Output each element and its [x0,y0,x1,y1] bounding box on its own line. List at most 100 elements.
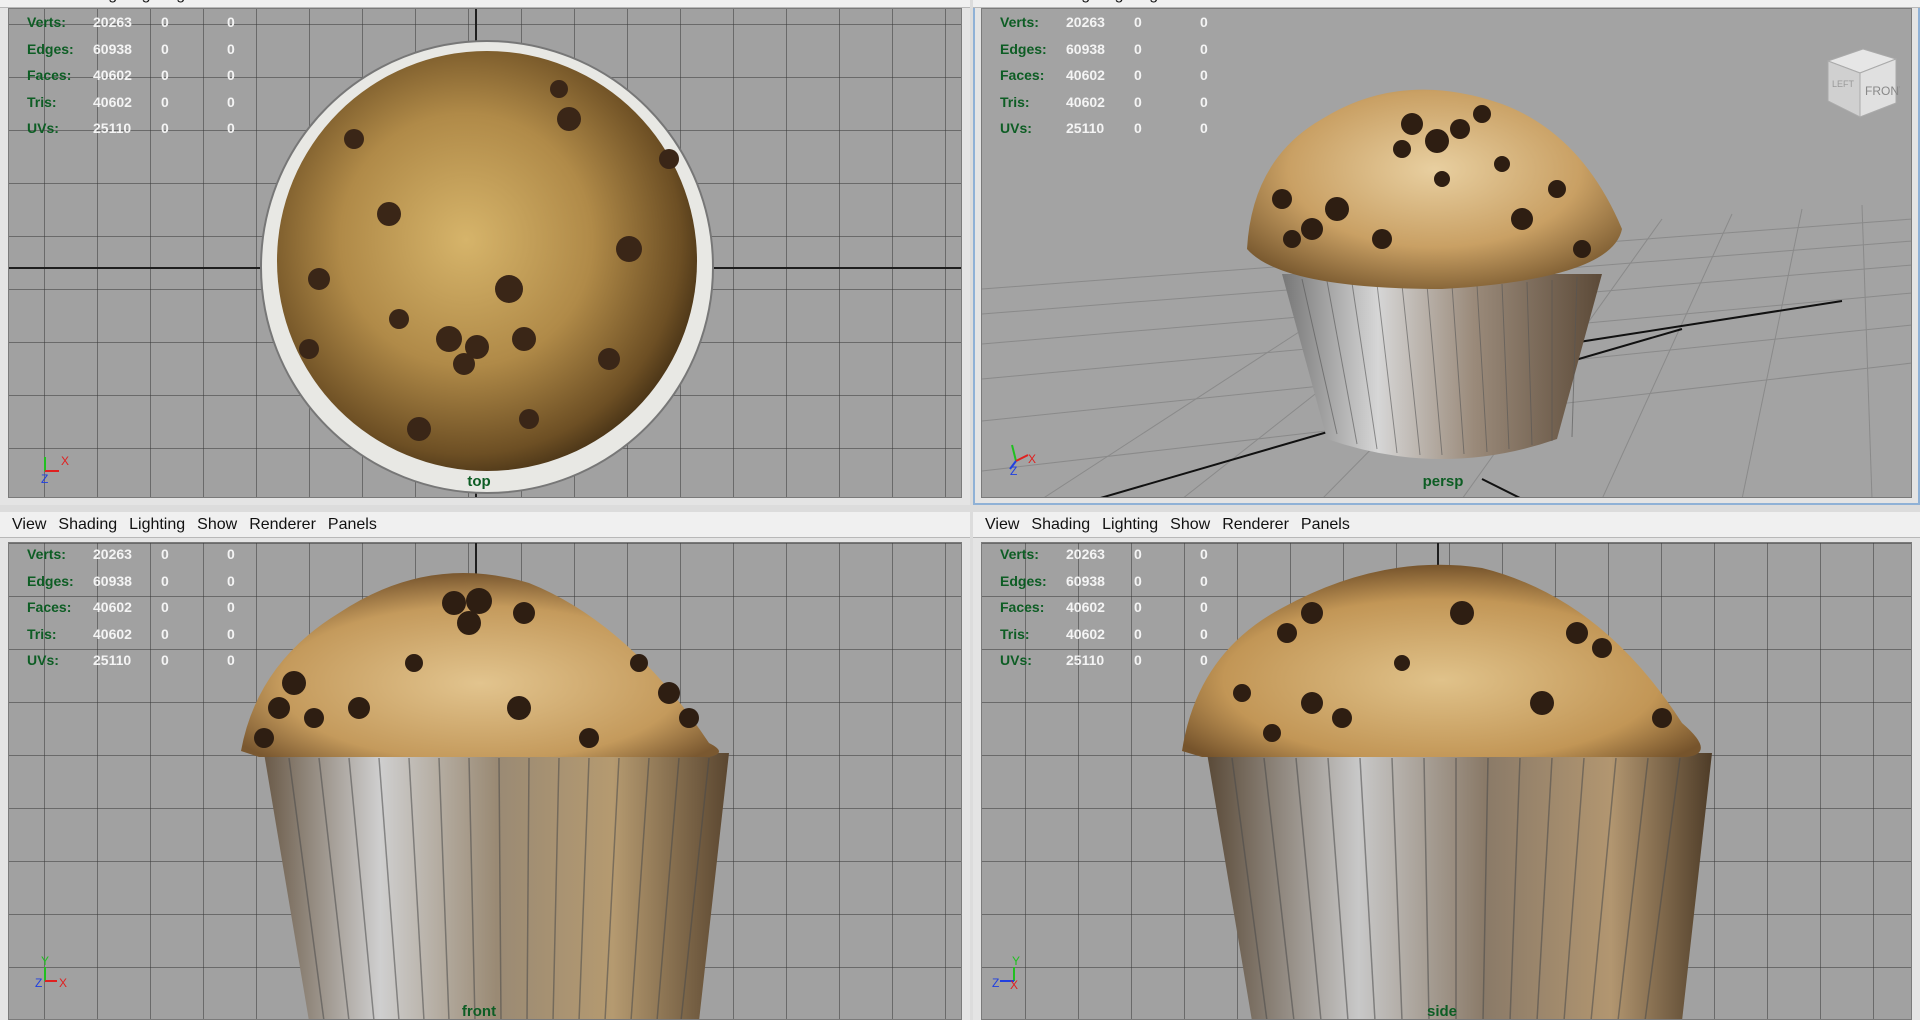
svg-text:FRONT: FRONT [1865,84,1900,98]
svg-text:X: X [1010,978,1018,992]
svg-text:Z: Z [992,976,999,990]
menu-shading[interactable]: Shading [1031,516,1090,534]
menu-renderer[interactable]: Renderer [249,516,316,534]
hud-stat-selected: 0 [161,546,169,562]
muffin-top-model [260,40,714,494]
hud-stat-label: UVs: [1000,652,1032,668]
hud-row: UVs: 25110 0 0 [1000,647,1266,674]
poly-count-hud: Verts: 20263 0 0 Edges: 60938 0 0 Faces: 40602 0 0 T… [27,543,293,674]
hud-stat-label: UVs: [1000,120,1032,136]
viewport-top[interactable]: Verts: 20263 0 0 Edges: 60938 0 0 Faces: 40602 0 0 T… [8,8,962,498]
panel-menubar: View Shading Lighting Show Renderer Pane… [0,0,970,8]
menu-lighting[interactable]: Lighting [129,516,185,534]
hud-stat-selected: 0 [161,572,169,589]
svg-text:X: X [1028,452,1036,466]
hud-stat-selected-components: 0 [1200,652,1208,668]
hud-stat-selected-components: 0 [227,546,235,562]
hud-stat-selected: 0 [1134,40,1142,57]
menu-show[interactable]: Show [1170,0,1210,4]
hud-stat-selected-components: 0 [227,599,235,615]
hud-stat-label: Tris: [27,625,57,642]
menu-view[interactable]: View [12,0,46,4]
hud-stat-value: 40602 [1066,93,1105,110]
hud-stat-value: 40602 [93,625,132,642]
hud-stat-selected: 0 [1134,93,1142,110]
viewport-front[interactable]: Verts: 20263 0 0 Edges: 60938 0 0 Faces: 40602 0 0 T… [8,542,962,1020]
hud-stat-label: Tris: [1000,625,1030,642]
hud-stat-selected-components: 0 [1200,599,1208,615]
hud-row: Edges: 60938 0 0 [1000,36,1266,63]
menu-shading[interactable]: Shading [58,516,117,534]
hud-stat-value: 20263 [93,546,132,562]
menu-panels[interactable]: Panels [1301,516,1350,534]
viewport-side[interactable]: Verts: 20263 0 0 Edges: 60938 0 0 Faces: 40602 0 0 T… [981,542,1912,1020]
hud-stat-selected-components: 0 [1200,625,1208,642]
svg-text:X: X [59,976,67,990]
camera-label: front [461,1003,497,1020]
panel-top-view[interactable]: View Shading Lighting Show Renderer Pane… [0,0,970,505]
svg-text:Y: Y [41,954,49,968]
hud-stat-value: 40602 [1066,599,1105,615]
hud-stat-selected: 0 [161,625,169,642]
hud-stat-selected-components: 0 [1200,120,1208,136]
hud-stat-value: 60938 [93,572,132,589]
hud-row: Faces: 40602 0 0 [27,594,293,621]
menu-show[interactable]: Show [197,516,237,534]
menu-shading[interactable]: Shading [1031,0,1090,4]
hud-stat-value: 60938 [1066,572,1105,589]
panel-menubar: View Shading Lighting Show Renderer Pane… [0,512,970,538]
panel-front-view[interactable]: View Shading Lighting Show Renderer Pane… [0,512,970,1020]
menu-lighting[interactable]: Lighting [1102,516,1158,534]
panel-side-view[interactable]: View Shading Lighting Show Renderer Pane… [973,512,1920,1020]
menu-shading[interactable]: Shading [58,0,117,4]
hud-stat-value: 25110 [1066,120,1105,136]
hud-stat-selected-components: 0 [1200,546,1208,562]
svg-text:Z: Z [41,472,48,486]
camera-label: top [467,473,491,490]
hud-stat-value: 20263 [1066,14,1105,30]
hud-stat-selected-components: 0 [1200,67,1208,83]
hud-row: Faces: 40602 0 0 [1000,62,1266,89]
menu-view[interactable]: View [985,0,1019,4]
panel-persp-view[interactable]: View Shading Lighting Show Renderer Pane… [973,0,1920,505]
hud-stat-value: 25110 [93,652,132,668]
menu-panels[interactable]: Panels [1301,0,1350,4]
hud-stat-label: Verts: [1000,14,1039,30]
hud-stat-selected: 0 [1134,120,1142,136]
hud-stat-value: 40602 [93,599,132,615]
menu-lighting[interactable]: Lighting [1102,0,1158,4]
hud-stat-selected: 0 [1134,625,1142,642]
menu-renderer[interactable]: Renderer [249,0,316,4]
menu-panels[interactable]: Panels [328,0,377,4]
hud-stat-selected-components: 0 [227,652,235,668]
menu-show[interactable]: Show [197,0,237,4]
camera-label: persp [1422,473,1464,490]
menu-lighting[interactable]: Lighting [129,0,185,4]
hud-stat-selected-components: 0 [227,572,235,589]
poly-count-hud: Verts: 20263 0 0 Edges: 60938 0 0 Faces: 40602 0 0 T… [1000,543,1266,674]
hud-stat-selected-components: 0 [227,625,235,642]
menu-renderer[interactable]: Renderer [1222,516,1289,534]
hud-stat-label: Faces: [27,599,72,615]
menu-renderer[interactable]: Renderer [1222,0,1289,4]
hud-stat-selected-components: 0 [1200,14,1208,30]
camera-label: side [1426,1003,1458,1020]
hud-row: Tris: 40602 0 0 [27,621,293,648]
panel-menubar: View Shading Lighting Show Renderer Pane… [973,512,1920,538]
hud-stat-selected: 0 [1134,14,1142,30]
hud-stat-value: 20263 [1066,546,1105,562]
menu-show[interactable]: Show [1170,516,1210,534]
menu-panels[interactable]: Panels [328,516,377,534]
hud-row: Edges: 60938 0 0 [27,568,293,595]
menu-view[interactable]: View [12,516,46,534]
viewport-persp[interactable]: FRONT LEFT Verts:2026300Edges:6093800Fac… [981,8,1912,498]
hud-stat-label: Edges: [1000,40,1047,57]
hud-stat-label: Verts: [1000,546,1039,562]
hud-stat-label: Tris: [1000,93,1030,110]
menu-view[interactable]: View [985,516,1019,534]
maya-workspace: View Shading Lighting Show Renderer Pane… [0,0,1920,1020]
panel-menubar: View Shading Lighting Show Renderer Pane… [973,0,1920,8]
hud-row: Tris: 40602 0 0 [1000,89,1266,116]
view-cube-icon[interactable]: FRONT LEFT [1818,39,1900,121]
svg-text:Z: Z [1010,464,1017,478]
